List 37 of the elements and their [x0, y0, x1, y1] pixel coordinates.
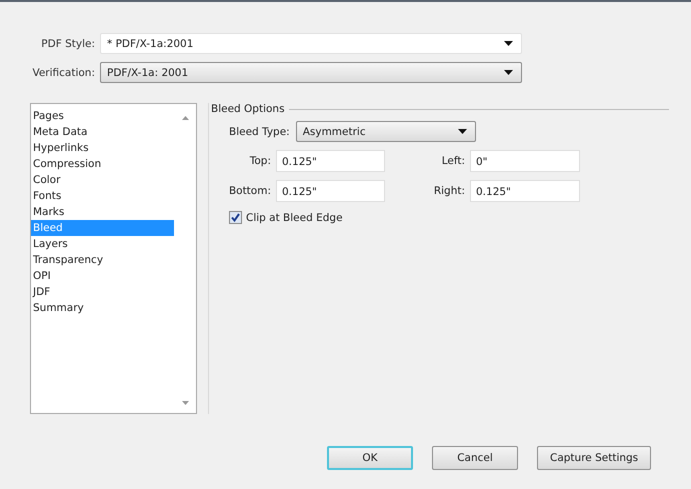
sidebar-item[interactable]: Layers — [31, 236, 174, 252]
input-field[interactable]: 0.125" — [276, 150, 385, 172]
sidebar-item[interactable]: Transparency — [31, 252, 174, 268]
sidebar-item[interactable]: Compression — [31, 156, 174, 172]
checkbox[interactable] — [229, 211, 242, 224]
scroll-up-icon[interactable] — [182, 116, 188, 120]
field-label: Top: — [248, 155, 271, 167]
field-label: Bottom: — [228, 185, 271, 197]
dialog-button[interactable]: Capture Settings — [537, 446, 652, 470]
scroll-down-icon[interactable] — [182, 401, 188, 405]
dropdown[interactable]: * PDF/X-1a:2001 — [100, 33, 522, 54]
sidebar-item[interactable]: Meta Data — [31, 124, 174, 140]
input-field[interactable]: 0" — [470, 150, 580, 172]
sidebar-item[interactable]: Fonts — [31, 188, 174, 204]
input-field[interactable]: 0.125" — [470, 180, 580, 202]
dialog-button[interactable]: Cancel — [432, 446, 518, 470]
dropdown[interactable]: PDF/X-1a: 2001 — [100, 62, 522, 83]
checkbox-label: Clip at Bleed Edge — [246, 212, 343, 224]
sidebar-item[interactable]: JDF — [31, 284, 174, 300]
caret-icon — [504, 41, 513, 46]
field-label: PDF Style: — [40, 38, 96, 50]
sidebar-item[interactable]: Summary — [31, 300, 174, 316]
caret-icon — [458, 129, 467, 134]
sidebar-item[interactable]: Hyperlinks — [31, 140, 174, 156]
field-label: Verification: — [31, 66, 96, 78]
field-label: Right: — [432, 185, 465, 197]
sidebar-item[interactable]: OPI — [31, 268, 174, 284]
caret-icon — [504, 70, 513, 75]
dialog-button[interactable]: OK — [327, 446, 413, 470]
sidebar-item[interactable]: Color — [31, 172, 174, 188]
field-label: Bleed Type: — [229, 126, 290, 138]
dropdown[interactable]: Asymmetric — [296, 121, 476, 142]
group-title: Bleed Options — [211, 103, 285, 115]
input-field[interactable]: 0.125" — [276, 180, 385, 202]
field-label: Left: — [440, 155, 465, 167]
sidebar-item[interactable]: Pages — [31, 108, 174, 124]
sidebar-item[interactable]: Marks — [31, 204, 174, 220]
